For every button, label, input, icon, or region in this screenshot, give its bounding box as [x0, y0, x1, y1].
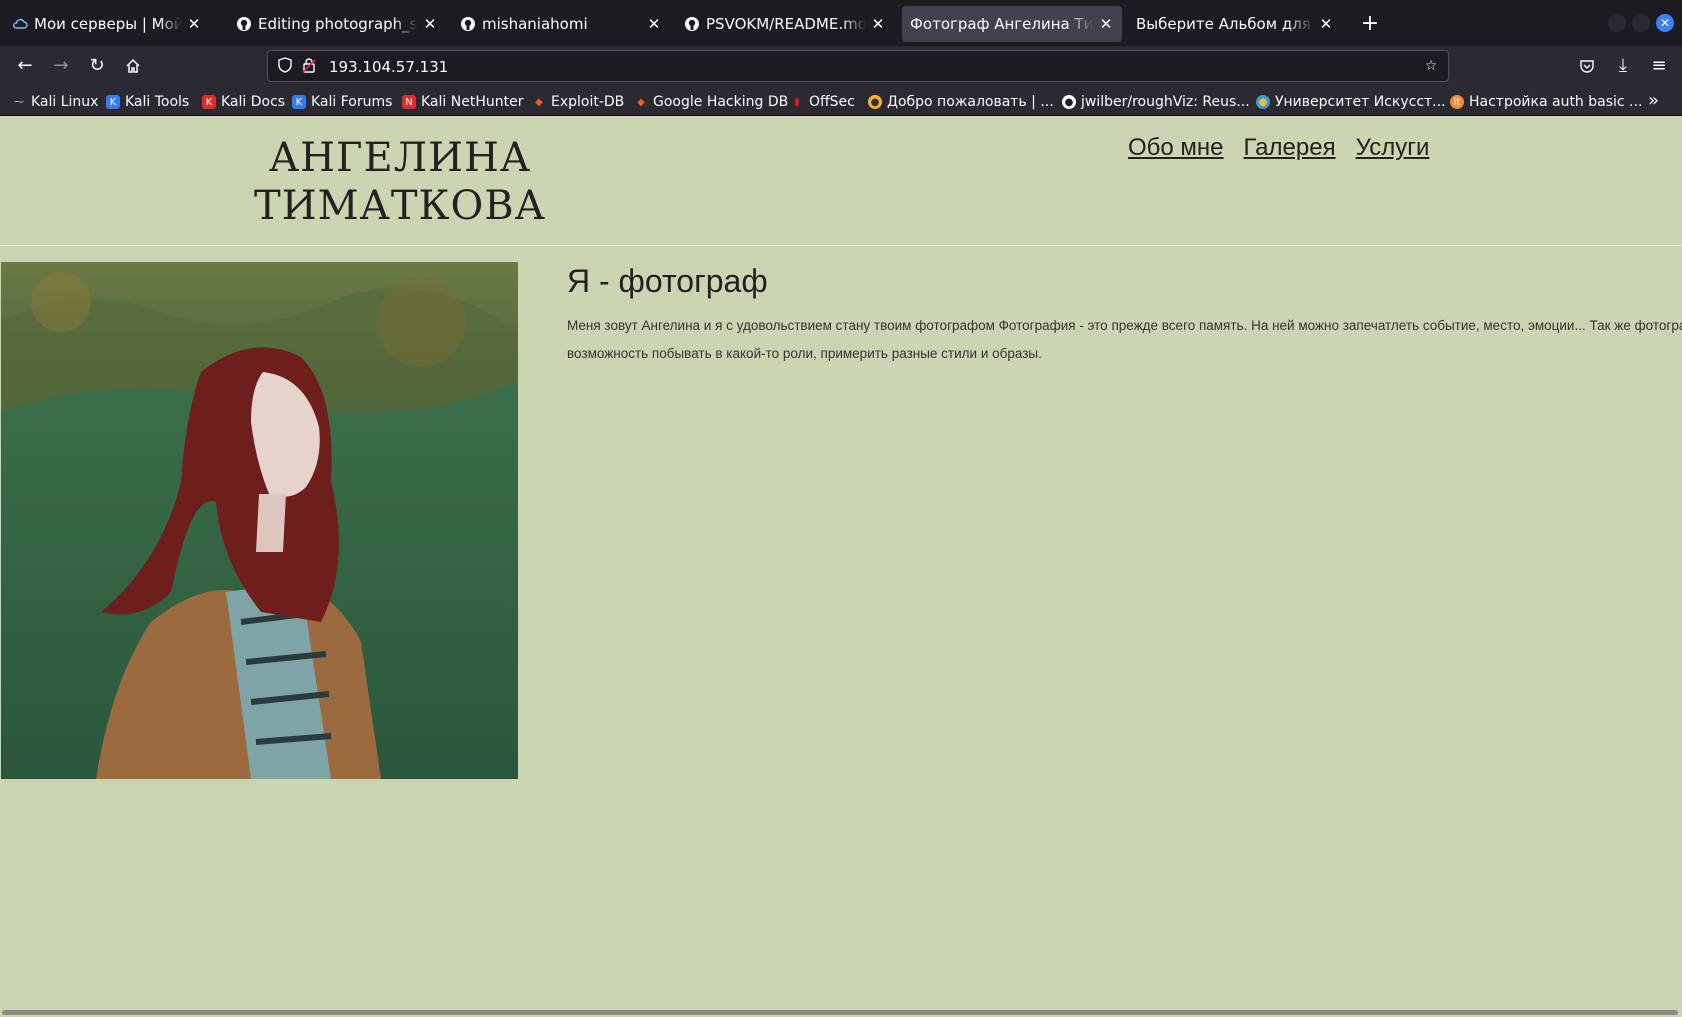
site-header: АНГЕЛИНА ТИМАТКОВА Обо мне Галерея Услуг…	[0, 116, 1682, 246]
address-bar[interactable]: 193.104.57.131 ☆	[267, 50, 1449, 82]
menu-link-about[interactable]: Обо мне	[1128, 134, 1224, 162]
bookmark-google-hacking-db[interactable]: ◆ Google Hacking DB	[634, 92, 788, 112]
bookmark-label: Kali Linux	[31, 94, 99, 110]
home-icon[interactable]	[118, 52, 148, 80]
bookmark-label: Университет Искусст...	[1275, 94, 1446, 110]
exploit-db-icon: ◆	[535, 96, 543, 108]
kali-dragon-icon: ⁓	[14, 96, 24, 108]
tab-photographer-active[interactable]: Фотограф Ангелина Тиматкова ✕	[902, 6, 1122, 42]
github-icon	[236, 16, 252, 32]
bookmark-kali-docs[interactable]: K Kali Docs	[202, 92, 285, 112]
chrome-icon: ●	[1256, 95, 1270, 109]
bookmark-kali-tools[interactable]: K Kali Tools	[106, 92, 189, 112]
bookmark-university[interactable]: ● Университет Искусст...	[1256, 92, 1446, 112]
github-icon	[684, 16, 700, 32]
tab-title: mishaniahomi	[482, 15, 588, 33]
hamburger-menu-icon[interactable]: ≡	[1644, 52, 1674, 80]
close-icon[interactable]: ✕	[422, 15, 438, 33]
forward-arrow-icon[interactable]: →	[46, 52, 76, 80]
site-logo: АНГЕЛИНА ТИМАТКОВА	[220, 134, 580, 230]
download-icon[interactable]: ⤓	[1608, 52, 1638, 80]
scrollbar-thumb[interactable]	[2, 1010, 1678, 1015]
bookmark-kali-forums[interactable]: K Kali Forums	[292, 92, 392, 112]
close-icon[interactable]: ✕	[1318, 15, 1334, 33]
bookmark-label: Kali Tools	[125, 94, 190, 110]
about-section: Я - фотограф Меня зовут Ангелина и я с у…	[567, 260, 1682, 368]
kali-docs-icon: K	[202, 95, 216, 109]
main-menu: Обо мне Галерея Услуги	[1128, 134, 1429, 162]
bookmark-label: jwilber/roughViz: Reus...	[1081, 94, 1250, 110]
welcome-site-icon: ●	[868, 95, 882, 109]
bookmark-star-icon[interactable]: ☆	[1422, 57, 1440, 75]
tab-mishaniahomi[interactable]: mishaniahomi ✕	[452, 6, 670, 42]
close-icon[interactable]: ✕	[186, 15, 202, 33]
back-arrow-icon[interactable]: ←	[10, 52, 40, 80]
tab-title: Editing photograph_site/README.md	[258, 15, 418, 33]
close-icon[interactable]: ✕	[870, 15, 886, 33]
reload-icon[interactable]: ↻	[82, 52, 112, 80]
url-text[interactable]: 193.104.57.131	[329, 57, 448, 77]
bookmark-exploit-db[interactable]: ◆ Exploit-DB	[532, 92, 624, 112]
pocket-icon[interactable]	[1572, 52, 1602, 80]
tab-strip: Мои серверы | Мой аккаунт ✕ Editing phot…	[0, 0, 1682, 46]
ghdb-icon: ◆	[637, 96, 645, 108]
kali-forums-icon: K	[292, 95, 306, 109]
bookmark-auth-basic[interactable]: it Настройка auth basic ...	[1450, 92, 1642, 112]
bookmark-kali-nethunter[interactable]: N Kali NetHunter	[402, 92, 523, 112]
menu-link-services[interactable]: Услуги	[1356, 134, 1430, 162]
navigation-toolbar: ← → ↻ 193.104.57.131 ☆ ⤓ ≡	[0, 46, 1682, 86]
insecure-lock-icon[interactable]	[300, 57, 318, 75]
about-text: Меня зовут Ангелина и я с удовольствием …	[567, 318, 1682, 361]
minimize-button[interactable]	[1608, 14, 1626, 32]
about-heading: Я - фотограф	[567, 263, 768, 299]
bookmark-offsec[interactable]: ▮ OffSec	[790, 92, 855, 112]
nethunter-icon: N	[402, 95, 416, 109]
horizontal-scrollbar[interactable]	[0, 1007, 1682, 1017]
chevron-right-icon[interactable]: »	[1648, 90, 1659, 111]
bookmark-label: Kali NetHunter	[421, 94, 524, 110]
logo-last-name: ТИМАТКОВА	[254, 183, 546, 229]
bookmark-label: Настройка auth basic ...	[1469, 94, 1643, 110]
tab-title: Мои серверы | Мой аккаунт	[34, 15, 182, 33]
bookmarks-toolbar: ⁓ Kali Linux K Kali Tools K Kali Docs K Kali…	[0, 86, 1682, 116]
github-icon: ●	[1062, 95, 1076, 109]
tab-psvokm-readme[interactable]: PSVOKM/README.md at main ✕	[676, 6, 894, 42]
tab-my-servers[interactable]: Мои серверы | Мой аккаунт ✕	[4, 6, 210, 42]
shield-icon[interactable]	[276, 57, 294, 75]
cloud-icon	[12, 16, 28, 32]
close-icon[interactable]: ✕	[646, 15, 662, 33]
tab-title: PSVOKM/README.md at main	[706, 15, 866, 33]
tab-title: Выберите Альбом для изменения	[1136, 15, 1314, 33]
menu-link-gallery[interactable]: Галерея	[1244, 134, 1336, 162]
kali-tools-icon: K	[106, 95, 120, 109]
bookmark-label: Exploit-DB	[551, 94, 625, 110]
bookmark-label: Kali Forums	[311, 94, 393, 110]
bookmark-kali-linux[interactable]: ⁓ Kali Linux	[12, 92, 98, 112]
page-viewport: АНГЕЛИНА ТИМАТКОВА Обо мне Галерея Услуг…	[0, 116, 1682, 1017]
maximize-button[interactable]	[1632, 14, 1650, 32]
bookmark-label: OffSec	[809, 94, 855, 110]
tab-editing-readme[interactable]: Editing photograph_site/README.md ✕	[228, 6, 446, 42]
github-icon	[460, 16, 476, 32]
bookmark-label: Kali Docs	[221, 94, 286, 110]
offsec-icon: ▮	[794, 96, 800, 108]
tab-title: Фотограф Ангелина Тиматкова	[910, 15, 1094, 33]
bookmark-label: Google Hacking DB	[653, 94, 789, 110]
new-tab-button[interactable]: +	[1358, 10, 1382, 38]
bookmark-roughviz[interactable]: ● jwilber/roughViz: Reus...	[1062, 92, 1250, 112]
auth-site-icon: it	[1450, 95, 1464, 109]
bookmark-welcome[interactable]: ● Добро пожаловать | ...	[868, 92, 1054, 112]
tab-album-select[interactable]: Выберите Альбом для изменения ✕	[1128, 6, 1342, 42]
logo-first-name: АНГЕЛИНА	[268, 135, 532, 181]
portrait-photo	[1, 262, 518, 779]
close-icon[interactable]: ✕	[1098, 15, 1114, 33]
window-close-button[interactable]: ✕	[1656, 14, 1674, 32]
bookmark-label: Добро пожаловать | ...	[887, 94, 1054, 110]
